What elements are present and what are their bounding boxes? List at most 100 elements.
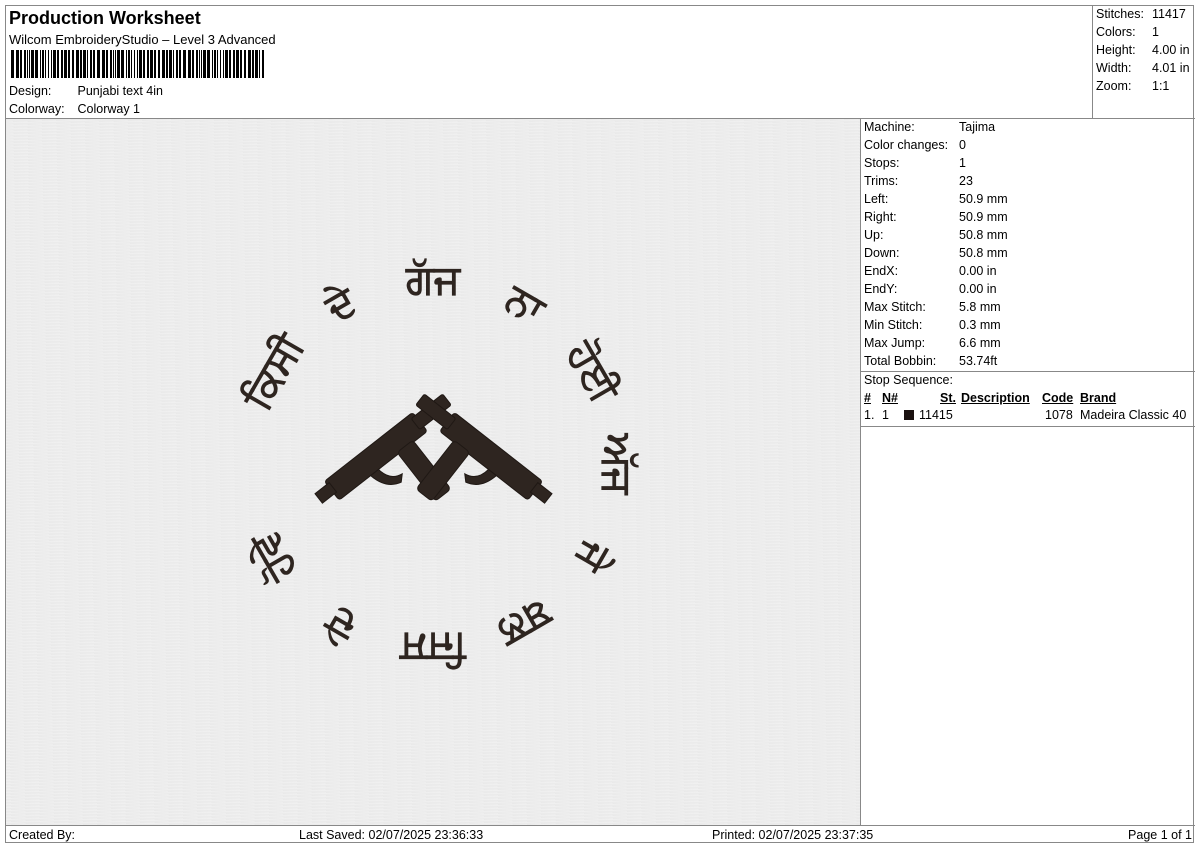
width-row: Width: 4.01 in (1096, 61, 1190, 75)
col-index: # (864, 391, 871, 405)
page-title: Production Worksheet (9, 8, 201, 28)
machine-info-row: EndY: 0.00 in (864, 282, 997, 296)
footer: Created By: Last Saved: 02/07/2025 23:36… (6, 825, 1195, 844)
color-swatch (904, 410, 914, 420)
header-panel: Production Worksheet Wilcom EmbroiderySt… (6, 6, 1093, 119)
colors-value: 1 (1152, 25, 1159, 39)
embroidery-design: ਕਿਸੀਦੇ ਗੱਜ ਨਾਹੋਈਅੱਜਜੇਬਲਜਿਸਦੇਹੋਵੇ (234, 257, 640, 671)
col-brand: Brand (1080, 391, 1117, 405)
machine-info-label: Total Bobbin: (864, 354, 937, 368)
row-stitches: 11415 (919, 408, 953, 422)
colorway-value: Colorway 1 (77, 102, 141, 116)
ring-text-word: ਦੇ (317, 277, 365, 331)
stitches-row: Stitches: 11417 (1096, 7, 1186, 21)
zoom-label: Zoom: (1096, 79, 1132, 93)
machine-info-row: Total Bobbin: 53.74ft (864, 354, 997, 368)
machine-info-row: Stops: 1 (864, 156, 966, 170)
ring-text-word: ਜੇ (565, 531, 620, 580)
ring-text-word: ਦੇ (317, 596, 365, 650)
machine-info-label: Right: (864, 210, 897, 224)
ring-text-word: ਹੋਵੇ (240, 521, 307, 590)
stitches-label: Stitches: (1096, 7, 1144, 21)
machine-info-value: 50.8 mm (959, 246, 1008, 260)
colorway-row: Colorway: Colorway 1 (9, 102, 140, 116)
machine-info-row: Max Stitch: 5.8 mm (864, 300, 1001, 314)
machine-info-label: Down: (864, 246, 900, 260)
machine-info-value: Tajima (959, 120, 996, 134)
zoom-row: Zoom: 1:1 (1096, 79, 1169, 93)
machine-info-value: 50.9 mm (959, 192, 1008, 206)
col-needle: N# (882, 391, 898, 405)
machine-info-label: Max Stitch: (864, 300, 926, 314)
barcode (11, 50, 264, 78)
machine-info-value: 23 (959, 174, 973, 188)
design-row: Design: Punjabi text 4in (9, 84, 163, 98)
row-brand: Madeira Classic 40 (1080, 408, 1187, 422)
machine-info-label: EndX: (864, 264, 899, 278)
machine-info-row: Trims: 23 (864, 174, 973, 188)
machine-info-value: 6.6 mm (959, 336, 1001, 350)
machine-info-label: Max Jump: (864, 336, 926, 350)
machine-info-value: 50.8 mm (959, 228, 1008, 242)
machine-info-label: Color changes: (864, 138, 949, 152)
machine-info-value: 0.00 in (959, 282, 997, 296)
machine-info-row: Down: 50.8 mm (864, 246, 1008, 260)
machine-info-value: 0.00 in (959, 264, 997, 278)
colors-row: Colors: 1 (1096, 25, 1159, 39)
divider (861, 371, 1195, 372)
stop-sequence-title: Stop Sequence: (864, 373, 953, 387)
machine-info-row: Right: 50.9 mm (864, 210, 1008, 224)
machine-info-label: Stops: (864, 156, 900, 170)
width-label: Width: (1096, 61, 1132, 75)
ring-text-word: ਜਿਸ (399, 625, 467, 671)
machine-info-value: 5.8 mm (959, 300, 1001, 314)
software-name: Wilcom EmbroideryStudio – Level 3 Advanc… (9, 32, 276, 47)
machine-info-value: 0 (959, 138, 966, 152)
zoom-value: 1:1 (1152, 79, 1170, 93)
ring-text-word: ਬਲ (489, 590, 560, 657)
ring-text-word: ਹੋਈ (556, 332, 629, 412)
height-row: Height: 4.00 in (1096, 43, 1190, 57)
design-value: Punjabi text 4in (77, 84, 163, 98)
machine-info-label: Up: (864, 228, 884, 242)
ring-text-word: ਅੱਜ (594, 433, 640, 496)
machine-info-label: Trims: (864, 174, 899, 188)
colorway-label: Colorway: (9, 102, 65, 116)
ring-text-word: ਨਾ (496, 275, 554, 335)
height-label: Height: (1096, 43, 1136, 57)
crossed-guns-icon (314, 394, 553, 504)
row-index: 1. (864, 408, 875, 422)
machine-info-row: Color changes: 0 (864, 138, 966, 152)
design-label: Design: (9, 84, 52, 98)
row-code: 1078 (1045, 408, 1073, 422)
printed-date: Printed: 02/07/2025 23:37:35 (712, 828, 874, 842)
machine-info-value: 50.9 mm (959, 210, 1008, 224)
width-value: 4.01 in (1152, 61, 1190, 75)
col-stitches: St. (940, 391, 956, 405)
machine-info-label: Machine: (864, 120, 915, 134)
machine-info-value: 1 (959, 156, 966, 170)
machine-info-label: Min Stitch: (864, 318, 923, 332)
stitches-value: 11417 (1152, 7, 1186, 21)
colors-label: Colors: (1096, 25, 1136, 39)
stats-panel: Stitches: 11417 Colors: 1 Height: 4.00 in W… (1093, 6, 1195, 119)
machine-info-row: Up: 50.8 mm (864, 228, 1008, 242)
production-worksheet: Production Worksheet Wilcom EmbroiderySt… (5, 5, 1195, 844)
machine-info-row: Min Stitch: 0.3 mm (864, 318, 1001, 332)
created-by: Created By: (9, 828, 76, 842)
machine-info-row: Machine: Tajima (864, 120, 995, 134)
row-needle: 1 (882, 408, 889, 422)
height-value: 4.00 in (1152, 43, 1190, 57)
machine-info-value: 53.74ft (959, 354, 998, 368)
machine-info-row: Left: 50.9 mm (864, 192, 1008, 206)
ring-text-word: ਗੱਜ (405, 257, 462, 303)
design-preview: ਕਿਸੀ ਦੇ ਗੱਜ ਨਾ ਹੋਈ ਅੱਜ ਜੇ ਬਲ ਜਿਸ ਦੇ ਹੋਵੇ (6, 119, 861, 825)
ring-text-word: ਕਿਸੀ (234, 325, 315, 419)
machine-info-row: Max Jump: 6.6 mm (864, 336, 1001, 350)
machine-info-row: EndX: 0.00 in (864, 264, 997, 278)
page-number: Page 1 of 1 (1128, 828, 1192, 842)
machine-info-value: 0.3 mm (959, 318, 1001, 332)
machine-info-label: EndY: (864, 282, 898, 296)
last-saved: Last Saved: 02/07/2025 23:36:33 (299, 828, 484, 842)
col-code: Code (1042, 391, 1074, 405)
